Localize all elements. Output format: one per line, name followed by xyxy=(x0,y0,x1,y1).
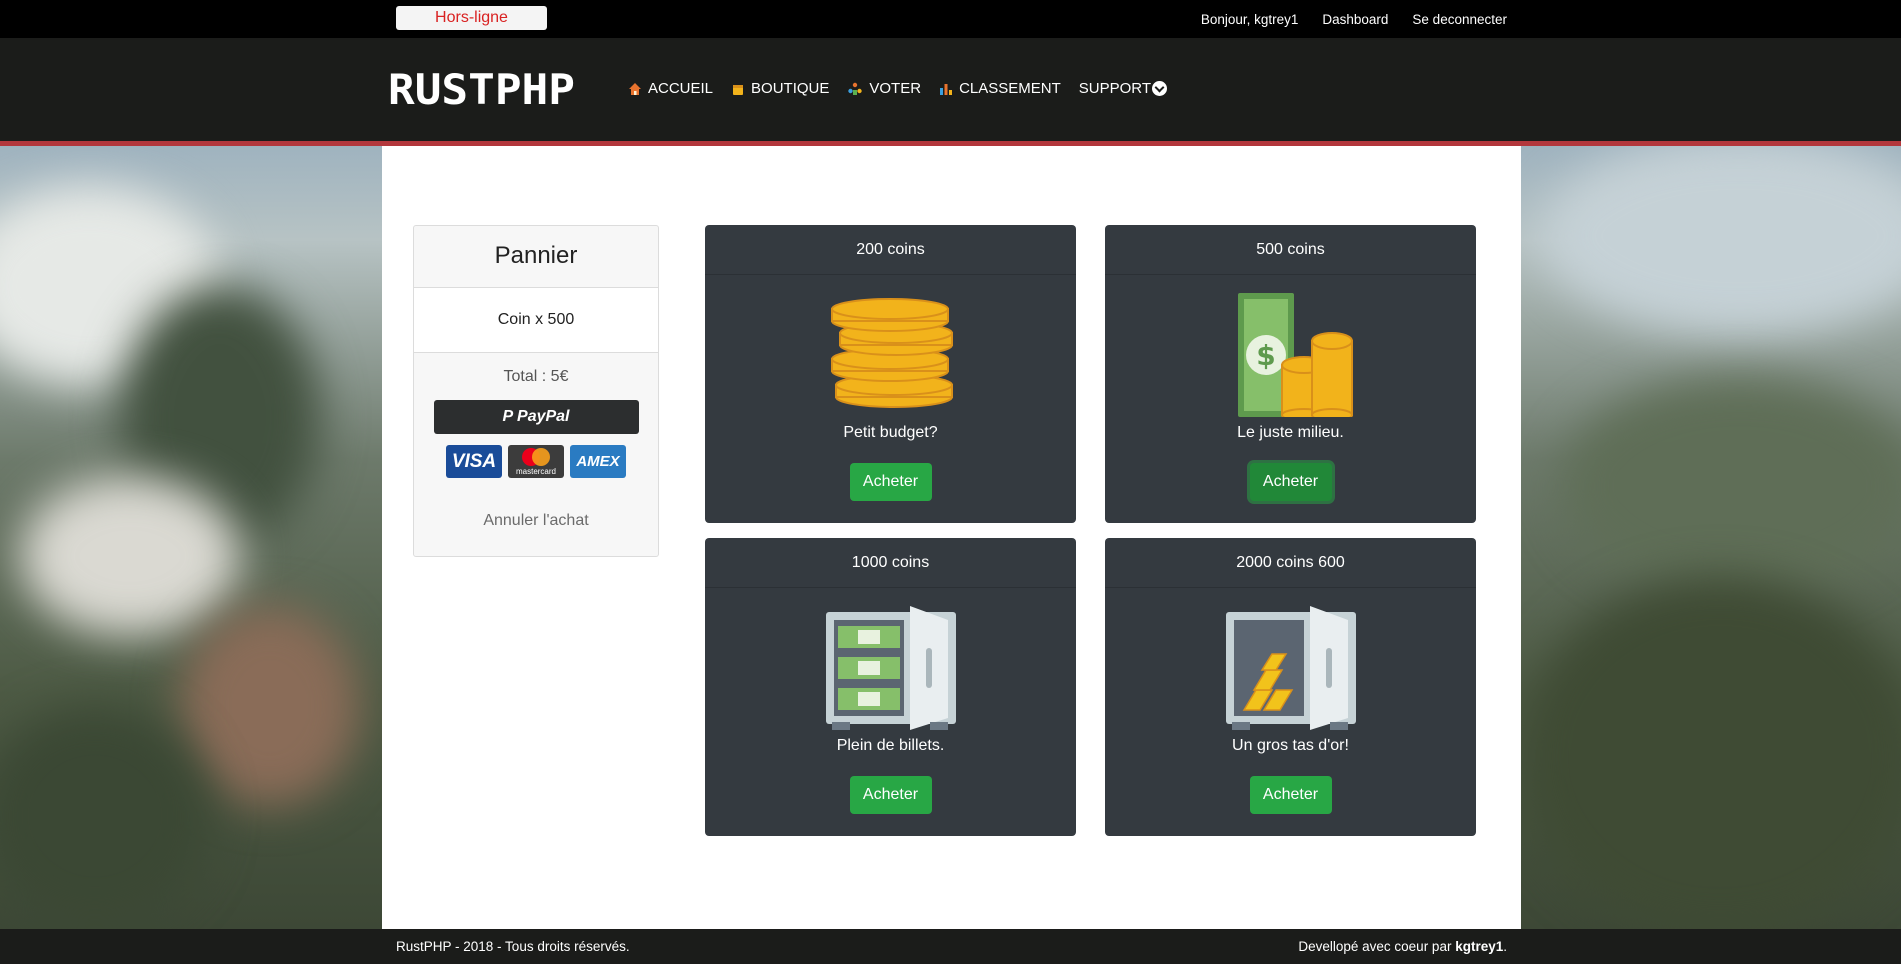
cancel-purchase-link[interactable]: Annuler l'achat xyxy=(414,512,658,530)
footer-credits-prefix: Devellopé avec coeur par xyxy=(1298,939,1456,954)
svg-text:$: $ xyxy=(1256,339,1275,372)
buy-button-2000[interactable]: Acheter xyxy=(1249,776,1332,814)
offer-caption: Le juste milieu. xyxy=(1237,424,1344,441)
nav-classement[interactable]: CLASSEMENT xyxy=(939,80,1061,97)
offer-card-200: 200 coins Petit budget? Acheter xyxy=(705,225,1076,523)
vote-icon xyxy=(848,82,863,95)
svg-text:RUSTPHP: RUSTPHP xyxy=(388,70,575,110)
footer-author[interactable]: kgtrey1 xyxy=(1455,939,1503,954)
user-links: Bonjour, kgtrey1 Dashboard Se deconnecte… xyxy=(1201,0,1507,38)
offer-title: 1000 coins xyxy=(705,538,1076,588)
home-icon xyxy=(629,82,641,95)
footer-copyright: RustPHP - 2018 - Tous droits réservés. xyxy=(396,939,630,954)
nav-boutique-label: BOUTIQUE xyxy=(751,80,830,97)
offer-card-500: 500 coins $ Le juste milieu. Acheter xyxy=(1105,225,1476,523)
cart-title: Pannier xyxy=(414,226,658,288)
offer-title: 2000 coins 600 xyxy=(1105,538,1476,588)
offer-caption: Plein de billets. xyxy=(836,737,945,754)
offer-caption: Petit budget? xyxy=(843,424,938,441)
amex-card-icon: AMEX xyxy=(570,445,626,478)
footer: RustPHP - 2018 - Tous droits réservés. D… xyxy=(0,929,1901,964)
shop-icon xyxy=(733,84,744,95)
main-nav: ACCUEIL BOUTIQUE VOTER CLASSEMENT SUPPOR… xyxy=(628,80,1185,97)
footer-credits-suffix: . xyxy=(1503,939,1507,954)
paypal-icon: P xyxy=(502,408,518,425)
nav-classement-label: CLASSEMENT xyxy=(959,80,1061,97)
dashboard-link[interactable]: Dashboard xyxy=(1322,12,1388,27)
nav-support-label: SUPPORT xyxy=(1078,80,1152,97)
ranking-icon xyxy=(940,83,953,95)
paypal-label: PayPal xyxy=(517,408,570,425)
offer-title: 200 coins xyxy=(705,225,1076,275)
payment-cards: VISA mastercard AMEX xyxy=(414,445,658,478)
nav-accueil-label: ACCUEIL xyxy=(648,80,714,97)
nav-voter[interactable]: VOTER xyxy=(847,80,921,97)
cart-total: Total : 5€ xyxy=(503,368,569,385)
chevron-down-icon xyxy=(1152,81,1168,96)
cart-panel: Pannier Coin x 500 Total : 5€ P PayPal V… xyxy=(413,225,659,557)
rustphp-logo[interactable]: RUSTPHP xyxy=(388,70,575,110)
visa-label: VISA xyxy=(451,450,497,472)
server-status-badge: Hors-ligne xyxy=(396,6,547,30)
offer-title: 500 coins xyxy=(1105,225,1476,275)
buy-button-1000[interactable]: Acheter xyxy=(849,776,932,814)
paypal-button[interactable]: P PayPal xyxy=(433,400,639,434)
nav-support[interactable]: SUPPORT xyxy=(1078,80,1168,97)
logout-link[interactable]: Se deconnecter xyxy=(1412,12,1507,27)
offer-caption: Un gros tas d'or! xyxy=(1232,737,1349,754)
nav-voter-label: VOTER xyxy=(869,80,922,97)
top-bar: Hors-ligne Bonjour, kgtrey1 Dashboard Se… xyxy=(0,0,1901,38)
buy-button-200[interactable]: Acheter xyxy=(849,463,932,501)
mastercard-circles xyxy=(522,448,550,466)
footer-credits: Devellopé avec coeur par kgtrey1. xyxy=(1298,939,1507,954)
money-coins-icon: $ xyxy=(1237,293,1353,417)
offer-card-1000: 1000 coins Plein de billets. Acheter xyxy=(705,538,1076,836)
greeting-link[interactable]: Bonjour, kgtrey1 xyxy=(1201,12,1299,27)
offer-card-2000: 2000 coins 600 Un gros tas d'or! Acheter xyxy=(1105,538,1476,836)
mastercard-icon: mastercard xyxy=(508,445,564,478)
nav-accueil[interactable]: ACCUEIL xyxy=(628,80,713,97)
nav-boutique[interactable]: BOUTIQUE xyxy=(731,80,829,97)
coin-stack-icon xyxy=(830,298,953,408)
cart-item: Coin x 500 xyxy=(414,288,658,353)
buy-button-500[interactable]: Acheter xyxy=(1249,463,1332,501)
safe-bills-icon xyxy=(825,606,956,730)
amex-label: AMEX xyxy=(576,453,620,470)
mastercard-label: mastercard xyxy=(515,467,556,476)
visa-card-icon: VISA xyxy=(446,445,502,478)
safe-gold-icon xyxy=(1225,606,1356,730)
